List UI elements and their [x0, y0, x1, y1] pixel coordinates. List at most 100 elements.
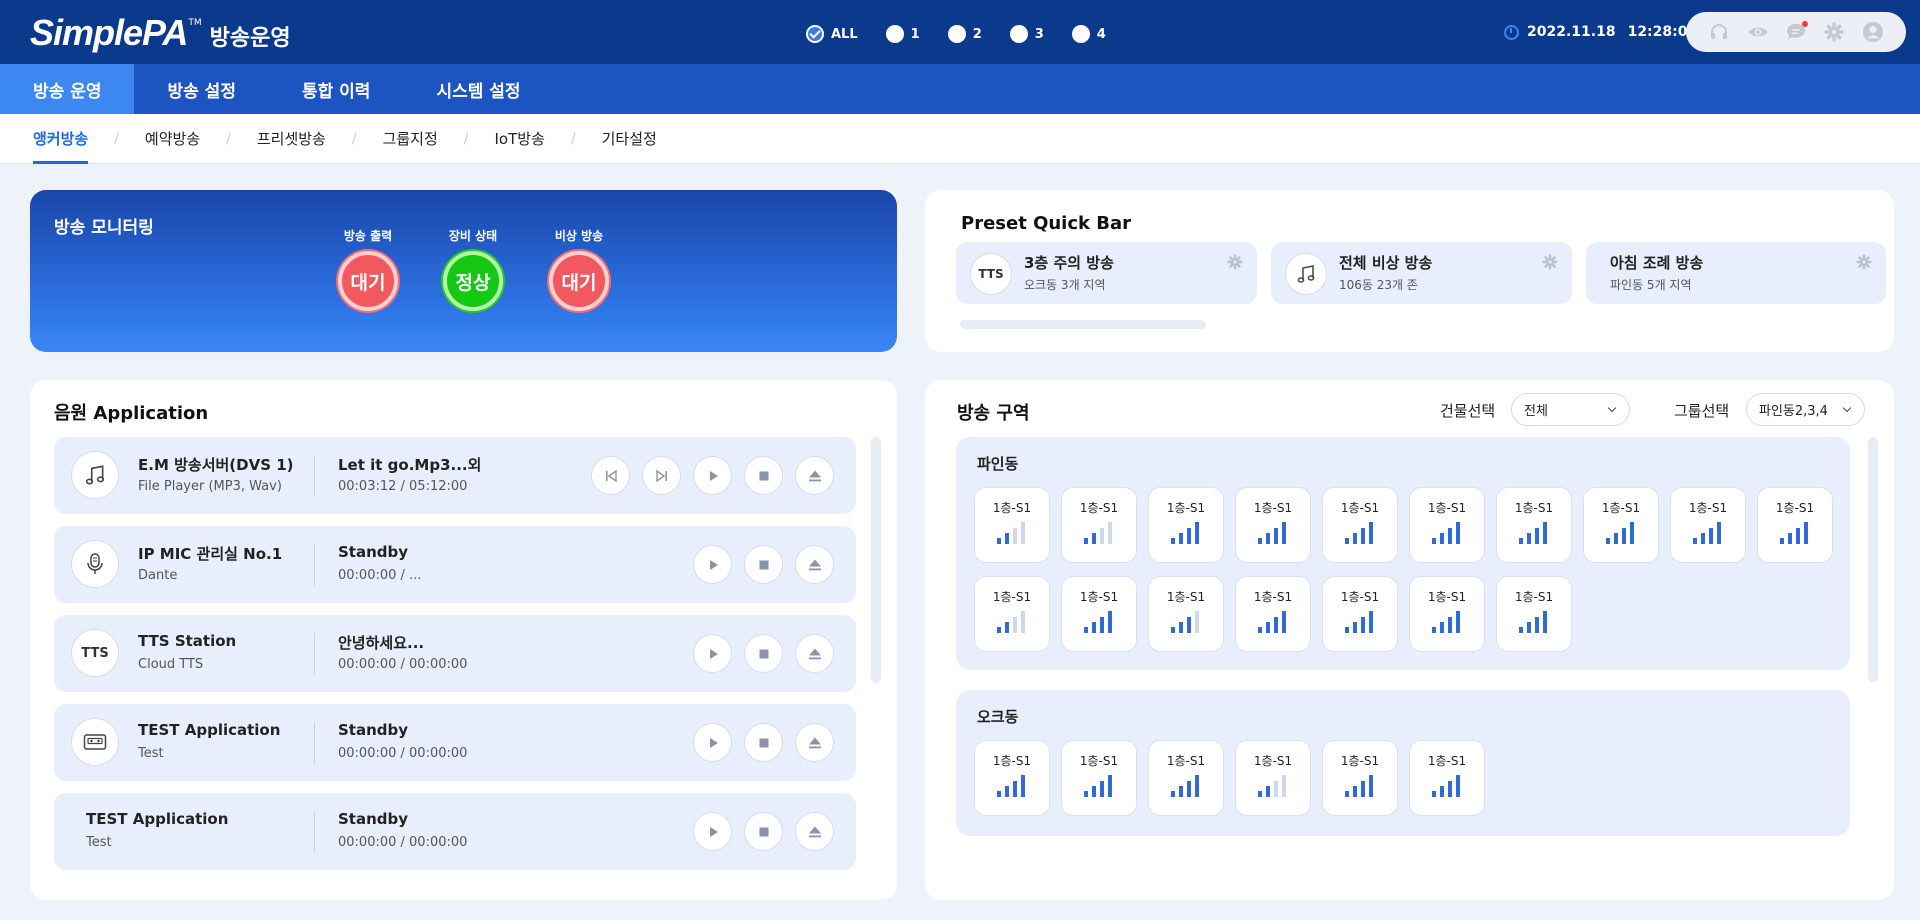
zone-cell[interactable]: 1층-S1 — [1061, 740, 1137, 816]
tab-iot[interactable]: IoT방송 — [495, 114, 545, 164]
channel-4[interactable]: 4 — [1071, 25, 1106, 43]
signal-bar — [1266, 622, 1270, 633]
app-row[interactable]: TEST Application Test Standby 00:00:00 /… — [54, 704, 856, 781]
main-nav-broadcast-operation[interactable]: 방송 운영 — [0, 64, 135, 114]
zone-cell[interactable]: 1층-S1 — [1322, 487, 1398, 563]
signal-bar — [1005, 533, 1009, 544]
signal-bars-icon — [1432, 775, 1464, 797]
tab-preset[interactable]: 프리셋방송 — [257, 114, 326, 164]
signal-bar — [1084, 538, 1088, 544]
zone-cell[interactable]: 1층-S1 — [1235, 740, 1311, 816]
stop-button[interactable] — [744, 723, 783, 762]
channel-label: 4 — [1096, 26, 1106, 42]
settings-icon[interactable] — [1856, 254, 1872, 274]
main-nav-history[interactable]: 통합 이력 — [269, 64, 403, 114]
signal-bars-icon — [1084, 611, 1116, 633]
zone-cell[interactable]: 1층-S1 — [974, 740, 1050, 816]
preset-card[interactable]: 전체 비상 방송 106동 23개 존 — [1271, 242, 1572, 304]
zone-cell[interactable]: 1층-S1 — [974, 487, 1050, 563]
tab-reserved[interactable]: 예약방송 — [145, 114, 200, 164]
zone-cell[interactable]: 1층-S1 — [1583, 487, 1659, 563]
channel-all[interactable]: ALL — [806, 25, 858, 43]
play-button[interactable] — [693, 545, 732, 584]
tab-group[interactable]: 그룹지정 — [383, 114, 438, 164]
play-button[interactable] — [693, 812, 732, 851]
eject-button[interactable] — [795, 634, 834, 673]
play-button[interactable] — [693, 634, 732, 673]
zone-cell[interactable]: 1층-S1 — [1409, 487, 1485, 563]
preset-card[interactable]: TTS 3층 주의 방송 오크동 3개 지역 — [956, 242, 1257, 304]
zone-cell[interactable]: 1층-S1 — [1148, 740, 1224, 816]
signal-bars-icon — [1258, 522, 1290, 544]
zone-cell[interactable]: 1층-S1 — [1148, 487, 1224, 563]
signal-bar — [997, 791, 1001, 797]
zone-cell[interactable]: 1층-S1 — [1757, 487, 1833, 563]
chat-icon[interactable] — [1784, 20, 1808, 44]
main-nav-broadcast-settings[interactable]: 방송 설정 — [134, 64, 268, 114]
settings-icon[interactable] — [1227, 254, 1243, 274]
zone-cell[interactable]: 1층-S1 — [1148, 576, 1224, 652]
eye-icon[interactable] — [1746, 20, 1770, 44]
stop-button[interactable] — [744, 634, 783, 673]
preset-scrollbar[interactable] — [960, 320, 1206, 329]
zone-cell[interactable]: 1층-S1 — [1409, 576, 1485, 652]
signal-bar — [1440, 533, 1444, 544]
channel-2[interactable]: 2 — [947, 25, 982, 43]
zone-cell[interactable]: 1층-S1 — [1235, 487, 1311, 563]
eject-button[interactable] — [795, 456, 834, 495]
zone-list-scrollbar[interactable] — [1868, 437, 1878, 682]
play-button[interactable] — [693, 456, 732, 495]
signal-bar — [1021, 775, 1025, 797]
user-icon[interactable] — [1861, 20, 1885, 44]
group-select[interactable]: 파인동2,3,4 — [1746, 393, 1865, 426]
stop-button[interactable] — [744, 545, 783, 584]
building-select[interactable]: 전체 — [1511, 393, 1630, 426]
main-nav-system-settings[interactable]: 시스템 설정 — [403, 64, 553, 114]
zone-cell[interactable]: 1층-S1 — [974, 576, 1050, 652]
app-time: 00:00:00 / ... — [338, 568, 422, 583]
eject-button[interactable] — [795, 723, 834, 762]
zone-cell[interactable]: 1층-S1 — [1235, 576, 1311, 652]
zone-cell[interactable]: 1층-S1 — [1496, 487, 1572, 563]
radio-icon — [1009, 25, 1028, 43]
status-label: 비상 방송 — [554, 229, 604, 243]
prev-button[interactable] — [591, 456, 630, 495]
signal-bar — [1345, 538, 1349, 544]
zone-cell[interactable]: 1층-S1 — [1061, 576, 1137, 652]
zone-cell[interactable]: 1층-S1 — [1409, 740, 1485, 816]
zone-cell[interactable]: 1층-S1 — [1496, 576, 1572, 652]
zone-cell-label: 1층-S1 — [1427, 501, 1467, 515]
app-list-scrollbar[interactable] — [871, 437, 881, 683]
next-button[interactable] — [642, 456, 681, 495]
zone-cell[interactable]: 1층-S1 — [1322, 576, 1398, 652]
logo-text: SimplePA — [30, 12, 188, 53]
preset-card[interactable]: 아침 조례 방송 파인동 5개 지역 — [1586, 242, 1886, 304]
stop-button[interactable] — [744, 812, 783, 851]
headset-icon[interactable] — [1707, 20, 1731, 44]
zone-cell-label: 1층-S1 — [1688, 501, 1728, 515]
play-button[interactable] — [693, 723, 732, 762]
tab-anchor[interactable]: 앵커방송 — [33, 114, 89, 164]
broadcast-monitor-panel: 방송 모니터링 방송 출력 대기 장비 상태 정상 비상 방송 대기 — [30, 190, 897, 352]
app-row[interactable]: E.M 방송서버(DVS 1) File Player (MP3, Wav) L… — [54, 437, 856, 514]
signal-bar — [1543, 522, 1547, 544]
eject-button[interactable] — [795, 545, 834, 584]
settings-icon[interactable] — [1822, 20, 1846, 44]
zone-cell[interactable]: 1층-S1 — [1322, 740, 1398, 816]
settings-icon[interactable] — [1542, 254, 1558, 274]
channel-1[interactable]: 1 — [885, 25, 920, 43]
stop-button[interactable] — [744, 456, 783, 495]
eject-button[interactable] — [795, 812, 834, 851]
signal-bar — [1021, 611, 1025, 633]
zone-cell[interactable]: 1층-S1 — [1670, 487, 1746, 563]
tab-etc[interactable]: 기타설정 — [602, 114, 657, 164]
signal-bar — [1630, 522, 1634, 544]
app-row[interactable]: TEST Application Test Standby 00:00:00 /… — [54, 793, 856, 870]
zone-cell[interactable]: 1층-S1 — [1061, 487, 1137, 563]
app-row[interactable]: IP MIC 관리실 No.1 Dante Standby 00:00:00 /… — [54, 526, 856, 603]
status-label: 방송 출력 — [343, 229, 393, 243]
app-row[interactable]: TTS TTS Station Cloud TTS 안녕하세요... 00:00… — [54, 615, 856, 692]
signal-bar — [1527, 533, 1531, 544]
channel-3[interactable]: 3 — [1009, 25, 1044, 43]
preset-desc: 파인동 5개 지역 — [1610, 278, 1692, 292]
